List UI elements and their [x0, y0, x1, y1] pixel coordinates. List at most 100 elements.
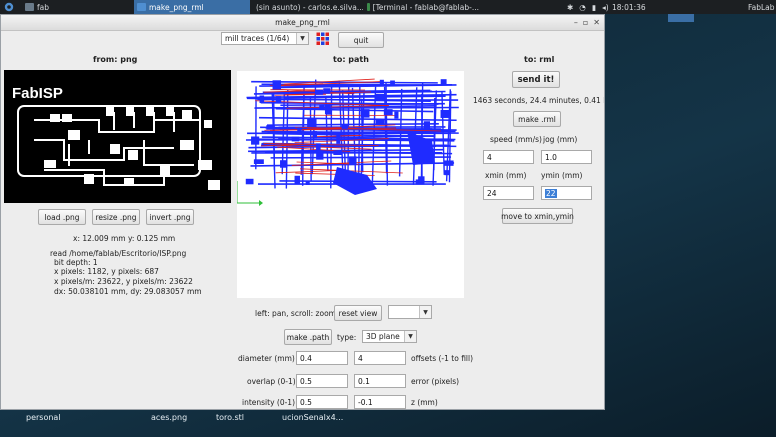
toolpath-pad: [341, 123, 348, 129]
toolpath-pad: [323, 88, 331, 94]
ymin-field[interactable]: 22: [541, 186, 592, 200]
reset-view-button[interactable]: reset view: [334, 305, 382, 321]
window-icon: [137, 3, 146, 11]
resize-png-button[interactable]: resize .png: [92, 209, 140, 225]
toolpath-pad: [336, 135, 341, 144]
overlap-field[interactable]: 0.5: [296, 374, 348, 388]
toolpath-pad: [383, 109, 393, 116]
toolpath-pad: [272, 80, 282, 90]
png-info-line: read /home/fablab/Escritorio/ISP.png: [50, 249, 187, 258]
quit-button[interactable]: quit: [338, 32, 384, 48]
maximize-icon[interactable]: ▫: [583, 15, 588, 30]
terminal-icon: [367, 3, 370, 11]
xmin-field[interactable]: 24: [483, 186, 534, 200]
toolpath-pad: [266, 125, 275, 130]
toolpath-pad: [440, 109, 450, 118]
battery-icon[interactable]: ▮: [592, 3, 596, 12]
toolpath-pad: [275, 96, 282, 104]
intensity-label: intensity (0-1): [242, 398, 296, 407]
speed-field[interactable]: 4: [483, 150, 534, 164]
toolpath-pad: [297, 127, 302, 135]
time-estimate: 1463 seconds, 24.4 minutes, 0.41 hours: [473, 96, 604, 105]
mode-select[interactable]: mill traces (1/64) ▼: [221, 32, 309, 45]
toolpath-preview[interactable]: [236, 71, 464, 298]
overlap-label: overlap (0-1): [247, 377, 296, 386]
toolpath-pad: [444, 170, 450, 176]
toolpath-segment: [267, 123, 439, 126]
toolpath-pad: [259, 95, 265, 104]
toolpath-pad: [294, 175, 300, 185]
move-to-xmin-ymin-button[interactable]: move to xmin,ymin: [501, 208, 574, 224]
minimize-icon[interactable]: –: [574, 15, 578, 30]
intensity-field[interactable]: 0.5: [296, 395, 348, 409]
jog-field[interactable]: 1.0: [541, 150, 592, 164]
toolpath-pad: [245, 178, 254, 185]
toolpath-pad: [443, 160, 454, 166]
desktop-icon-label[interactable]: ucionSenalx4...: [282, 413, 343, 422]
png-preview[interactable]: FabISP: [4, 70, 231, 203]
toolpath-pad: [280, 160, 288, 168]
pan-zoom-hint: left: pan, scroll: zoom: [255, 309, 336, 318]
toolpath-pad: [291, 136, 300, 142]
desktop-selection-icon[interactable]: [668, 14, 694, 22]
taskbar-item-make-png-rml[interactable]: make_png_rml: [134, 0, 250, 14]
make-png-rml-window: make_png_rml – ▫ ✕ mill traces (1/64) ▼ …: [0, 14, 605, 410]
chevron-down-icon: ▼: [296, 33, 308, 44]
toolpath-pad: [394, 111, 399, 119]
make-path-button[interactable]: make .path: [284, 329, 332, 345]
taskbar-item-fab[interactable]: fab: [22, 0, 130, 14]
to-path-header: to: path: [333, 55, 369, 64]
apps-menu-icon[interactable]: [2, 0, 16, 14]
speed-label: speed (mm/s): [490, 135, 542, 144]
desktop-icon-label[interactable]: aces.png: [151, 413, 187, 422]
toolpath-pad: [375, 119, 385, 124]
error-field[interactable]: 0.1: [354, 374, 406, 388]
from-png-header: from: png: [93, 55, 138, 64]
reset-view-select[interactable]: ▼: [388, 305, 432, 319]
folder-icon: [25, 3, 34, 11]
toolpath-pad: [324, 104, 331, 115]
taskbar-item-mail[interactable]: (sin asunto) - carlos.e.silva...: [250, 0, 363, 14]
toolpath-pad: [375, 93, 385, 102]
chevron-down-icon: ▼: [404, 331, 416, 342]
volume-icon[interactable]: ◂): [602, 3, 609, 12]
pcb-logo-text: FabISP: [12, 85, 63, 102]
diameter-field[interactable]: 0.4: [296, 351, 348, 365]
toolpath-pad: [418, 176, 425, 184]
type-select[interactable]: 3D plane ▼: [362, 330, 417, 343]
make-rml-button[interactable]: make .rml: [513, 111, 561, 127]
toolpath-pad: [251, 136, 260, 145]
toolpath-pad: [360, 109, 370, 118]
clock[interactable]: 18:01:36: [612, 0, 646, 14]
xmin-label: xmin (mm): [485, 171, 527, 180]
invert-png-button[interactable]: invert .png: [146, 209, 194, 225]
origin-arrow: [259, 200, 263, 206]
bluetooth-icon[interactable]: ✱: [567, 3, 573, 12]
to-rml-header: to: rml: [524, 55, 555, 64]
taskbar-item-terminal[interactable]: [Terminal - fablab@fablab-...: [364, 0, 479, 14]
workspace-label[interactable]: FabLab: [748, 0, 775, 14]
toolpath-pad: [316, 150, 324, 160]
z-field[interactable]: -0.1: [354, 395, 406, 409]
desktop-icon-label[interactable]: personal: [26, 413, 61, 422]
offsets-label: offsets (-1 to fill): [411, 354, 474, 363]
send-it-button[interactable]: send it!: [512, 71, 560, 88]
close-icon[interactable]: ✕: [593, 15, 600, 30]
window-title: make_png_rml: [275, 18, 330, 27]
wifi-icon[interactable]: ◔: [579, 3, 586, 12]
offsets-field[interactable]: 4: [354, 351, 406, 365]
type-label: type:: [337, 333, 357, 342]
load-png-button[interactable]: load .png: [38, 209, 86, 225]
ymin-selected-text: 22: [545, 188, 557, 198]
diameter-label: diameter (mm): [238, 354, 295, 363]
toolpath-pad: [315, 89, 324, 95]
chevron-down-icon: ▼: [419, 306, 431, 318]
png-info-line: x pixels/m: 23622, y pixels/m: 23622: [54, 277, 193, 286]
desktop-icon-label[interactable]: toro.stl: [216, 413, 244, 422]
color-grid-icon[interactable]: [316, 32, 330, 48]
rapid-move-segment: [275, 169, 343, 174]
window-titlebar[interactable]: make_png_rml – ▫ ✕: [1, 15, 604, 31]
toolpath-pad: [423, 121, 430, 130]
cursor-coords: x: 12.009 mm y: 0.125 mm: [73, 234, 176, 243]
toolpath-pad: [440, 79, 447, 86]
